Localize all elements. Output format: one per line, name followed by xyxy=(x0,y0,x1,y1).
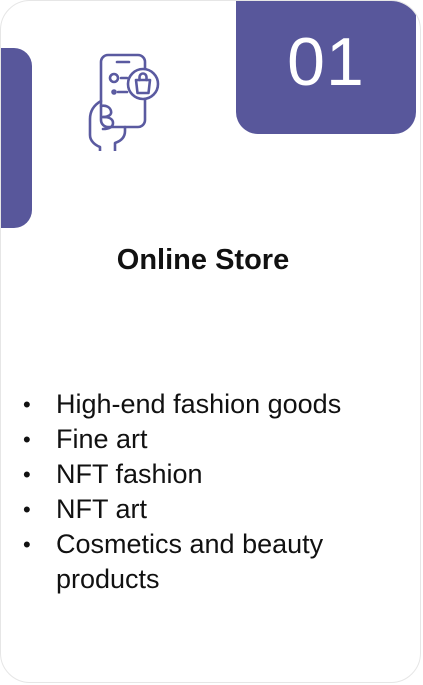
bullet-icon: • xyxy=(23,462,31,487)
online-store-card: 01 Online Store • High-end fashion goods … xyxy=(0,0,421,683)
list-item: • Fine art xyxy=(23,422,403,457)
list-item-text: Fine art xyxy=(56,424,148,454)
list-item: • NFT fashion xyxy=(23,457,403,492)
list-item: • Cosmetics and beauty products xyxy=(23,527,403,597)
side-accent-bar xyxy=(1,48,32,228)
list-item: • High-end fashion goods xyxy=(23,387,403,422)
bullet-icon: • xyxy=(23,427,31,452)
list-item-text: Cosmetics and beauty products xyxy=(56,529,324,594)
bullet-icon: • xyxy=(23,532,31,557)
number-badge: 01 xyxy=(236,1,416,134)
list-item-text: NFT art xyxy=(56,494,148,524)
mobile-shopping-icon xyxy=(88,53,160,151)
card-title: Online Store xyxy=(116,244,290,276)
list-item-text: High-end fashion goods xyxy=(56,389,342,419)
list-item: • NFT art xyxy=(23,492,403,527)
feature-list: • High-end fashion goods • Fine art • NFT f… xyxy=(23,387,403,597)
list-item-text: NFT fashion xyxy=(56,459,203,489)
bullet-icon: • xyxy=(23,497,31,522)
card-number: 01 xyxy=(287,23,365,100)
bullet-icon: • xyxy=(23,392,31,417)
